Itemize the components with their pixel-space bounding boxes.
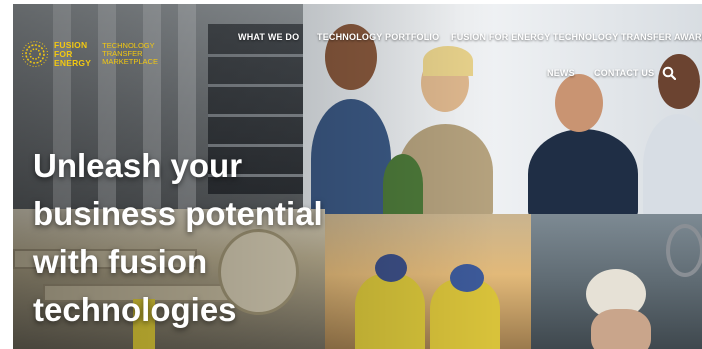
fusion-sun-icon <box>22 41 48 67</box>
search-icon[interactable] <box>662 66 676 80</box>
hero-headline-line: technologies <box>33 291 237 328</box>
brand-subtitle-line: MARKETPLACE <box>102 57 158 66</box>
hero-headline: Unleash your business potential with fus… <box>33 142 323 334</box>
nav-item-technology-portfolio[interactable]: TECHNOLOGY PORTFOLIO <box>317 32 439 42</box>
nav-item-contact-us[interactable]: CONTACT US <box>594 68 654 78</box>
brand-logo[interactable]: FUSION FOR ENERGY TECHNOLOGY TRANSFER MA… <box>21 40 158 68</box>
hero-headline-line: business potential <box>33 195 323 232</box>
brand-name-line: ENERGY <box>54 57 92 68</box>
brand-subtitle: TECHNOLOGY TRANSFER MARKETPLACE <box>102 42 158 66</box>
nav-item-transfer-award[interactable]: FUSION FOR ENERGY TECHNOLOGY TRANSFER AW… <box>451 32 702 42</box>
hero-headline-line: with fusion <box>33 243 208 280</box>
brand-name: FUSION FOR ENERGY <box>54 40 92 68</box>
nav-item-what-we-do[interactable]: WHAT WE DO <box>238 32 299 42</box>
nav-item-news[interactable]: NEWS <box>547 68 575 78</box>
hero-headline-line: Unleash your <box>33 147 243 184</box>
